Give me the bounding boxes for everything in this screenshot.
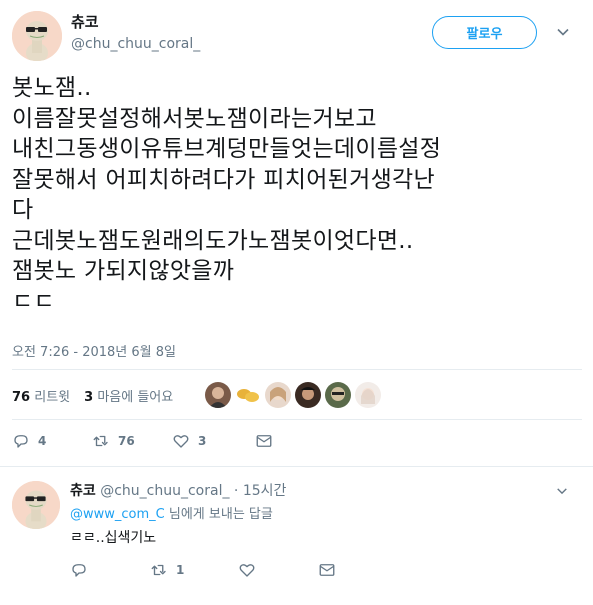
retweet-button[interactable]: 1 — [150, 561, 238, 579]
follow-button[interactable]: 팔로우 — [432, 16, 537, 49]
reply-retweet-count: 1 — [176, 563, 185, 577]
likers-avatars — [205, 382, 381, 408]
reply-button[interactable] — [70, 561, 150, 579]
direct-message-button[interactable] — [318, 561, 336, 579]
tweet-timestamp[interactable]: 오전 7:26 - 2018년 6월 8일 — [12, 341, 176, 360]
liker-avatar[interactable] — [205, 382, 231, 408]
liker-avatar[interactable] — [265, 382, 291, 408]
envelope-icon — [319, 564, 335, 576]
likes-label: 마음에 들어요 — [97, 390, 174, 405]
retweets-label: 리트윗 — [34, 390, 71, 405]
like-button[interactable] — [238, 561, 318, 579]
like-button[interactable]: 3 — [172, 432, 255, 450]
reply-text: ㄹㄹ..십색기노 — [70, 530, 157, 546]
divider — [12, 419, 582, 420]
liker-avatar[interactable] — [325, 382, 351, 408]
engagement-stats: 76 리트윗 3 마음에 들어요 — [12, 386, 173, 405]
reply-header: 츄코 @chu_chuu_coral_ · 15시간 — [70, 480, 286, 500]
retweet-icon — [151, 564, 166, 576]
reply-author-name[interactable]: 츄코 — [70, 483, 96, 499]
divider — [12, 369, 582, 370]
heart-icon — [173, 435, 189, 448]
retweet-icon — [93, 435, 108, 447]
chevron-down-icon[interactable] — [556, 24, 570, 38]
tweet-text: 봇노잼.. 이름잘못설정해서봇노잼이라는거보고 내친그동생이유튜브계덩만들엇는데… — [12, 75, 442, 315]
retweet-button[interactable]: 76 — [92, 432, 172, 450]
like-count: 3 — [198, 434, 207, 448]
liker-avatar[interactable] — [235, 382, 261, 408]
reply-time[interactable]: · 15시간 — [234, 483, 286, 499]
chevron-down-icon[interactable] — [556, 482, 568, 495]
tweet-actions: 4 76 3 — [12, 432, 273, 450]
heart-icon — [239, 564, 255, 577]
reply-to-suffix: 님에게 보내는 답글 — [164, 507, 273, 522]
author-handle[interactable]: @chu_chuu_coral_ — [71, 36, 200, 52]
reply-author-handle[interactable]: @chu_chuu_coral_ — [100, 483, 229, 499]
reply-button[interactable]: 4 — [12, 432, 92, 450]
author-display-name[interactable]: 츄코 — [71, 11, 99, 32]
reply-actions: 1 — [70, 561, 336, 579]
reply-icon — [14, 435, 28, 448]
liker-avatar[interactable] — [295, 382, 321, 408]
divider — [0, 466, 593, 467]
retweet-count: 76 — [118, 434, 135, 448]
reply-to-user-link[interactable]: @www_com_C — [70, 507, 165, 522]
author-avatar[interactable] — [12, 11, 62, 61]
retweets-stat[interactable]: 76 리트윗 — [12, 386, 70, 405]
retweets-count: 76 — [12, 390, 31, 405]
likes-stat[interactable]: 3 마음에 들어요 — [84, 386, 173, 405]
reply-author-avatar[interactable] — [12, 481, 60, 529]
reply-icon — [72, 564, 86, 577]
likes-count: 3 — [84, 390, 94, 405]
envelope-icon — [256, 435, 272, 447]
direct-message-button[interactable] — [255, 432, 273, 450]
liker-avatar[interactable] — [355, 382, 381, 408]
reply-count: 4 — [38, 434, 47, 448]
reply-to-line: @www_com_C 님에게 보내는 답글 — [70, 503, 273, 522]
